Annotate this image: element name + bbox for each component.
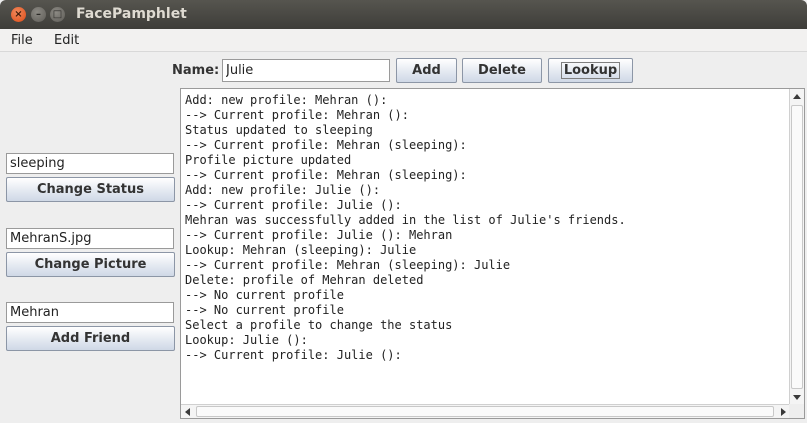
status-input[interactable] <box>6 153 174 174</box>
horizontal-scrollbar[interactable] <box>181 404 790 418</box>
scroll-corner <box>789 404 804 418</box>
output-line: Select a profile to change the status <box>185 318 453 332</box>
delete-button-label: Delete <box>478 63 526 78</box>
menu-bar: File Edit <box>0 29 807 52</box>
friend-input[interactable] <box>6 302 174 323</box>
name-input[interactable] <box>222 59 390 82</box>
output-line: Lookup: Julie (): <box>185 333 308 347</box>
minimize-icon[interactable]: – <box>31 7 46 22</box>
title-bar: × – □ FacePamphlet <box>0 0 807 29</box>
add-friend-label: Add Friend <box>50 331 131 346</box>
output-line: --> Current profile: Julie (): <box>185 198 402 212</box>
window-title: FacePamphlet <box>76 6 187 22</box>
output-line: --> Current profile: Mehran (sleeping): … <box>185 258 511 272</box>
output-line: --> No current profile <box>185 288 344 302</box>
output-line: --> Current profile: Mehran (sleeping): <box>185 138 467 152</box>
name-label: Name: <box>172 63 220 78</box>
output-line: Add: new profile: Mehran (): <box>185 93 388 107</box>
scroll-down-icon[interactable] <box>793 395 801 400</box>
close-icon[interactable]: × <box>11 7 26 22</box>
add-button[interactable]: Add <box>396 58 457 83</box>
change-picture-label: Change Picture <box>34 257 147 272</box>
output-line: --> No current profile <box>185 303 344 317</box>
scroll-left-icon[interactable] <box>185 408 190 416</box>
add-button-label: Add <box>412 63 441 78</box>
output-line: Lookup: Mehran (sleeping): Julie <box>185 243 417 257</box>
output-line: Add: new profile: Julie (): <box>185 183 381 197</box>
scroll-up-icon[interactable] <box>793 94 801 99</box>
output-console[interactable]: Add: new profile: Mehran (): --> Current … <box>180 88 805 419</box>
output-line: --> Current profile: Julie (): Mehran <box>185 228 453 242</box>
vertical-scroll-thumb[interactable] <box>791 105 803 389</box>
menu-file[interactable]: File <box>11 33 33 48</box>
lookup-button[interactable]: Lookup <box>548 58 633 83</box>
horizontal-scroll-thumb[interactable] <box>196 406 774 417</box>
delete-button[interactable]: Delete <box>462 58 542 83</box>
menu-edit[interactable]: Edit <box>54 33 79 48</box>
output-line: --> Current profile: Julie (): <box>185 348 402 362</box>
change-status-label: Change Status <box>36 182 145 197</box>
change-picture-button[interactable]: Change Picture <box>6 252 175 277</box>
lookup-button-label: Lookup <box>560 62 621 79</box>
output-line: --> Current profile: Mehran (): <box>185 108 409 122</box>
add-friend-button[interactable]: Add Friend <box>6 326 175 351</box>
app-window: × – □ FacePamphlet File Edit Name: Add D… <box>0 0 807 423</box>
output-line: Delete: profile of Mehran deleted <box>185 273 424 287</box>
output-line: Mehran was successfully added in the lis… <box>185 213 626 227</box>
output-log: Add: new profile: Mehran (): --> Current … <box>185 93 785 363</box>
picture-input[interactable] <box>6 228 174 249</box>
scroll-right-icon[interactable] <box>781 408 786 416</box>
change-status-button[interactable]: Change Status <box>6 177 175 202</box>
output-line: Profile picture updated <box>185 153 352 167</box>
maximize-icon[interactable]: □ <box>50 7 65 22</box>
vertical-scrollbar[interactable] <box>789 89 804 405</box>
output-line: --> Current profile: Mehran (sleeping): <box>185 168 467 182</box>
output-line: Status updated to sleeping <box>185 123 373 137</box>
